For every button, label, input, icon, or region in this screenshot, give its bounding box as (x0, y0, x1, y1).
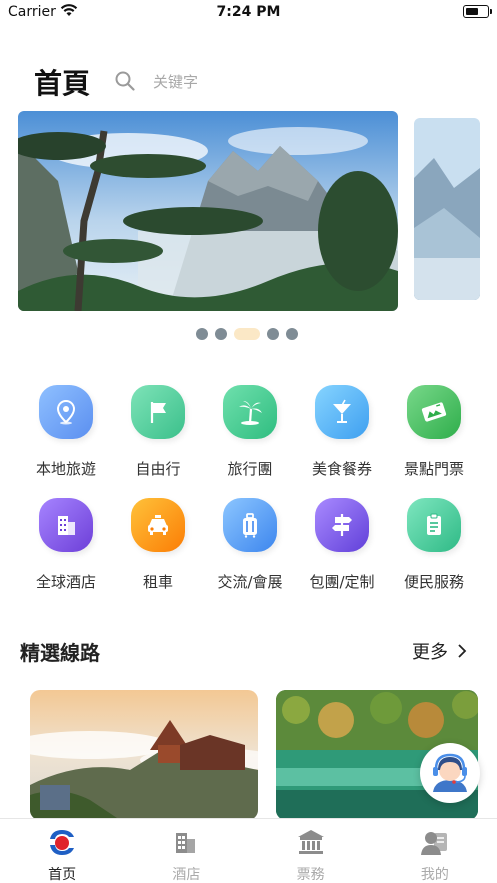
category-label: 本地旅遊 (35, 460, 96, 478)
tab-label: 票務 (296, 867, 325, 883)
user-profile-icon (420, 832, 447, 855)
customer-service-button[interactable] (420, 743, 480, 803)
more-link[interactable]: 更多 (412, 638, 468, 664)
taxi-icon (131, 498, 185, 552)
pagination-dot-active[interactable] (234, 328, 260, 340)
route-card[interactable] (30, 690, 258, 820)
category-group-tour[interactable]: 旅行團 (204, 385, 296, 485)
category-label: 自由行 (135, 460, 181, 478)
cocktail-icon (315, 385, 369, 439)
banner-slide-next[interactable] (414, 118, 480, 300)
home-logo-icon (50, 830, 75, 855)
category-local-tour[interactable]: 本地旅遊 (20, 385, 112, 485)
category-label: 旅行團 (227, 460, 273, 478)
temple-cloudscape-image (30, 690, 258, 820)
category-label: 租車 (142, 573, 173, 591)
category-attraction-tickets[interactable]: 景點門票 (388, 385, 480, 485)
banner-slide-main[interactable] (18, 111, 398, 311)
luggage-icon (223, 498, 277, 552)
pagination-dot[interactable] (267, 328, 279, 340)
category-global-hotels[interactable]: 全球酒店 (20, 498, 112, 598)
signpost-icon (315, 498, 369, 552)
category-free-travel[interactable]: 自由行 (112, 385, 204, 485)
tab-label: 我的 (420, 867, 449, 883)
ticket-building-icon (297, 830, 324, 854)
pagination-dot[interactable] (215, 328, 227, 340)
battery-icon (463, 5, 492, 18)
category-label: 美食餐券 (311, 460, 372, 478)
ticket-icon (407, 385, 461, 439)
tab-bar: 首页 酒店 票務 我的 (0, 818, 497, 883)
category-convenience-services[interactable]: 便民服務 (388, 498, 480, 598)
category-custom-tour[interactable]: 包團/定制 (296, 498, 388, 598)
page-title: 首頁 (34, 67, 91, 100)
tab-hotel[interactable]: 酒店 (124, 819, 248, 883)
clipboard-icon (407, 498, 461, 552)
battery-fill (466, 8, 478, 15)
palm-tree-icon (223, 385, 277, 439)
category-label: 景點門票 (403, 460, 464, 478)
tab-tickets[interactable]: 票務 (249, 819, 373, 883)
pagination-dot[interactable] (196, 328, 208, 340)
status-time: 7:24 PM (216, 4, 281, 20)
category-label: 交流/會展 (217, 573, 283, 591)
tab-label: 酒店 (172, 867, 201, 883)
flag-icon (131, 385, 185, 439)
hotel-icon (176, 833, 196, 853)
search-input[interactable]: 关键字 (153, 71, 198, 92)
tab-home[interactable]: 首页 (0, 819, 124, 883)
category-label: 包團/定制 (309, 573, 375, 591)
pagination-dot[interactable] (286, 328, 298, 340)
misty-mountain-image (414, 118, 480, 300)
status-bar: Carrier 7:24 PM (0, 0, 497, 26)
search-icon[interactable] (114, 70, 136, 92)
tab-profile[interactable]: 我的 (373, 819, 497, 883)
section-title: 精選線路 (20, 641, 100, 665)
customer-service-icon (433, 753, 467, 792)
chevron-right-icon (458, 644, 467, 658)
mountain-pine-image (18, 111, 398, 311)
banner-pagination (196, 328, 298, 340)
hotel-building-icon (39, 498, 93, 552)
tab-label: 首页 (48, 867, 77, 883)
more-label: 更多 (412, 642, 448, 663)
category-car-rental[interactable]: 租車 (112, 498, 204, 598)
location-pin-icon (39, 385, 93, 439)
category-label: 便民服務 (403, 573, 464, 591)
category-label: 全球酒店 (35, 573, 96, 591)
category-food-vouchers[interactable]: 美食餐券 (296, 385, 388, 485)
category-exchange-expo[interactable]: 交流/會展 (204, 498, 296, 598)
